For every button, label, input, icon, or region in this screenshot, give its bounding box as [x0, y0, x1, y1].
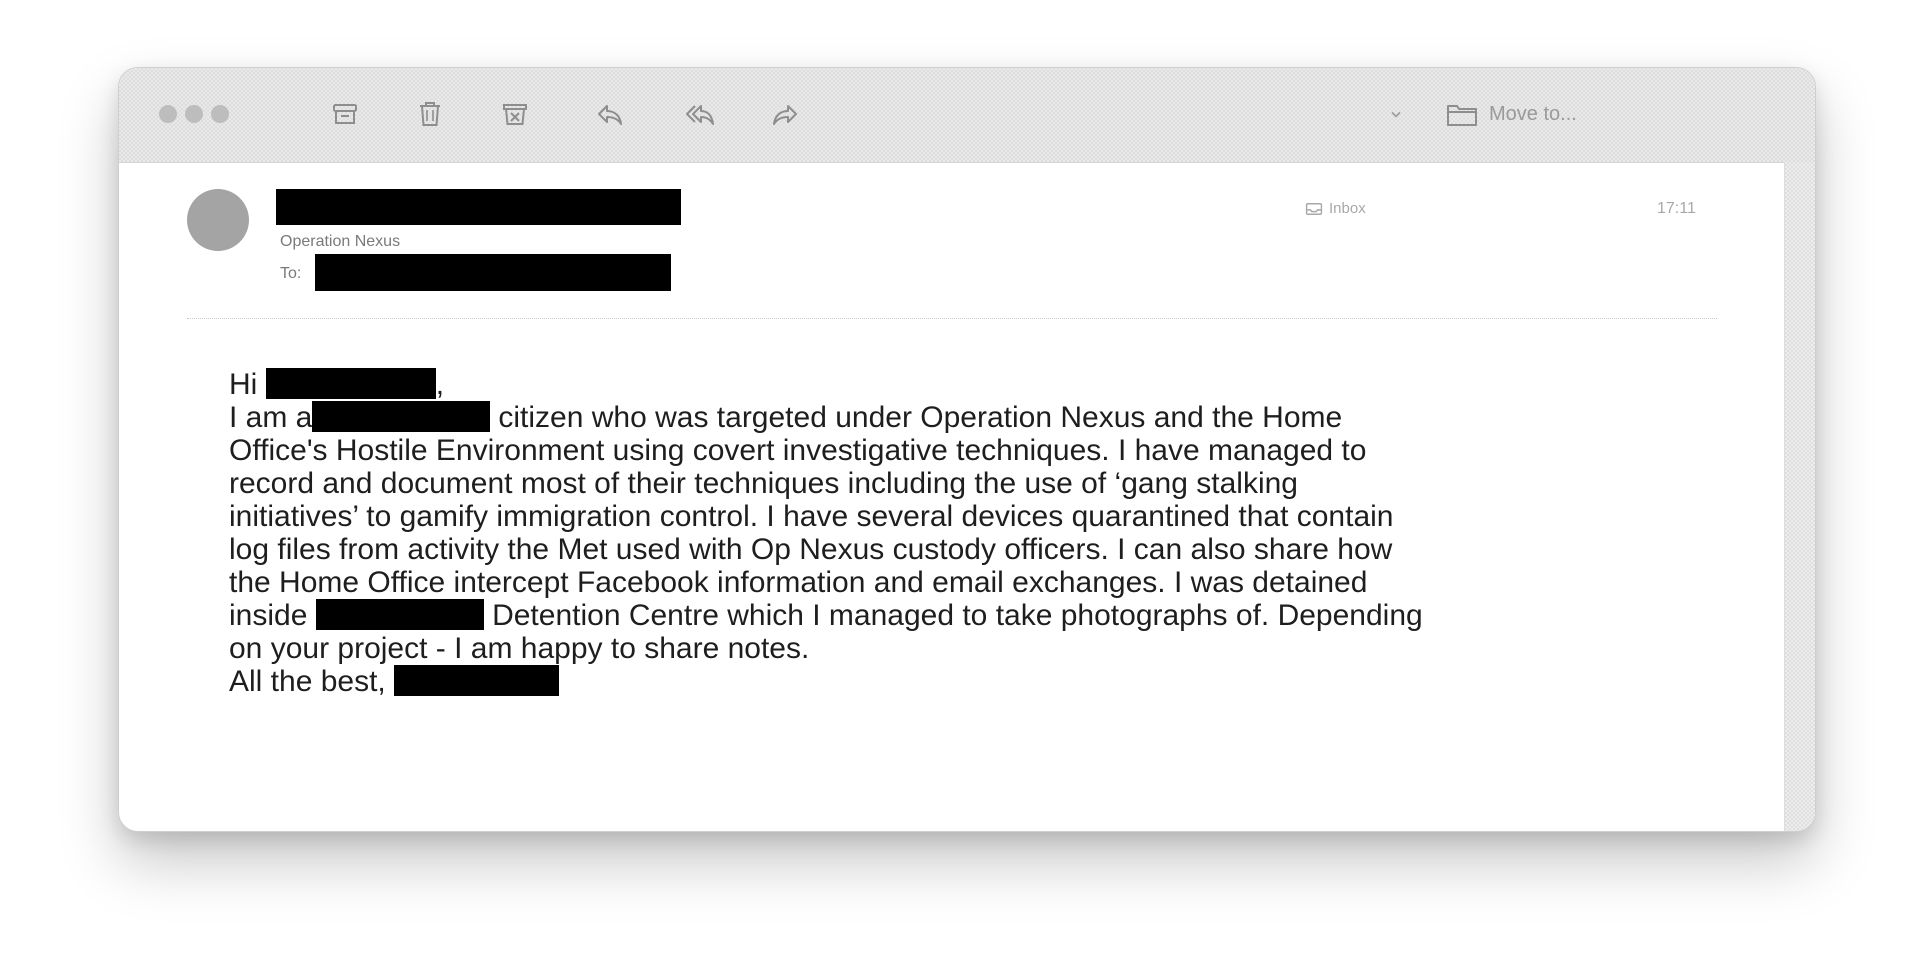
reply-all-button[interactable]: [679, 93, 721, 135]
chevron-down-icon: [1391, 111, 1401, 118]
forward-icon: [773, 105, 797, 125]
signoff-text: All the best,: [229, 665, 386, 698]
redacted-recipient-name: [265, 368, 436, 399]
inbox-icon: [1305, 202, 1323, 215]
recipient-label: To:: [280, 265, 302, 282]
move-to-button[interactable]: Move to...: [1445, 96, 1577, 132]
minimize-window-button[interactable]: [185, 105, 203, 123]
trash-button[interactable]: [409, 93, 451, 135]
message-body: Hi , I am a citizen who was targeted unde…: [229, 368, 1809, 698]
body-line: inside Detention Centre which I managed …: [229, 599, 1809, 632]
close-window-button[interactable]: [159, 105, 177, 123]
reply-all-icon: [686, 105, 714, 125]
more-actions-chevron[interactable]: [1381, 99, 1411, 129]
redacted-detention-centre: [315, 599, 484, 630]
body-line: the Home Office intercept Facebook infor…: [229, 566, 1368, 599]
mail-window: Move to... Operation Nexus To: Inbox 17:…: [118, 67, 1816, 832]
junk-icon: [503, 104, 527, 125]
body-line: record and document most of their techni…: [229, 467, 1298, 500]
sender-organization: Operation Nexus: [280, 233, 401, 250]
zoom-window-button[interactable]: [211, 105, 229, 123]
greeting-prefix: Hi: [229, 368, 258, 401]
reply-button[interactable]: [589, 93, 631, 135]
reply-icon: [598, 105, 622, 125]
toolbar: Move to...: [119, 68, 1815, 163]
header-divider: [187, 318, 1717, 319]
signoff-line: All the best,: [229, 665, 1809, 698]
body-line: log files from activity the Met used wit…: [229, 533, 1393, 566]
archive-icon: [333, 104, 357, 124]
redacted-recipient: [315, 254, 671, 291]
body-line-7-prefix: inside: [229, 599, 308, 632]
mailbox-indicator[interactable]: Inbox: [1305, 200, 1366, 217]
body-line: Office's Hostile Environment using cover…: [229, 434, 1367, 467]
body-line-1-prefix: I am a: [229, 401, 313, 434]
avatar: [187, 189, 249, 251]
archive-button[interactable]: [324, 93, 366, 135]
redacted-sender-name: [276, 189, 681, 225]
move-to-label: Move to...: [1489, 102, 1577, 125]
body-line: on your project - I am happy to share no…: [229, 632, 810, 665]
body-line: initiatives’ to gamify immigration contr…: [229, 500, 1394, 533]
greeting-suffix: ,: [435, 368, 445, 401]
body-line: I am a citizen who was targeted under Ope…: [229, 401, 1809, 434]
body-line-7-suffix: Detention Centre which I managed to take…: [492, 599, 1423, 632]
redacted-signature: [394, 665, 560, 696]
body-line-1-suffix: citizen who was targeted under Operation…: [498, 401, 1343, 434]
junk-button[interactable]: [494, 93, 536, 135]
greeting-line: Hi ,: [229, 368, 1809, 401]
redacted-nationality: [312, 401, 491, 432]
folder-icon: [1447, 105, 1477, 126]
forward-button[interactable]: [764, 93, 806, 135]
message-time: 17:11: [1657, 200, 1696, 217]
trash-icon: [420, 102, 440, 126]
mailbox-name: Inbox: [1329, 200, 1366, 217]
